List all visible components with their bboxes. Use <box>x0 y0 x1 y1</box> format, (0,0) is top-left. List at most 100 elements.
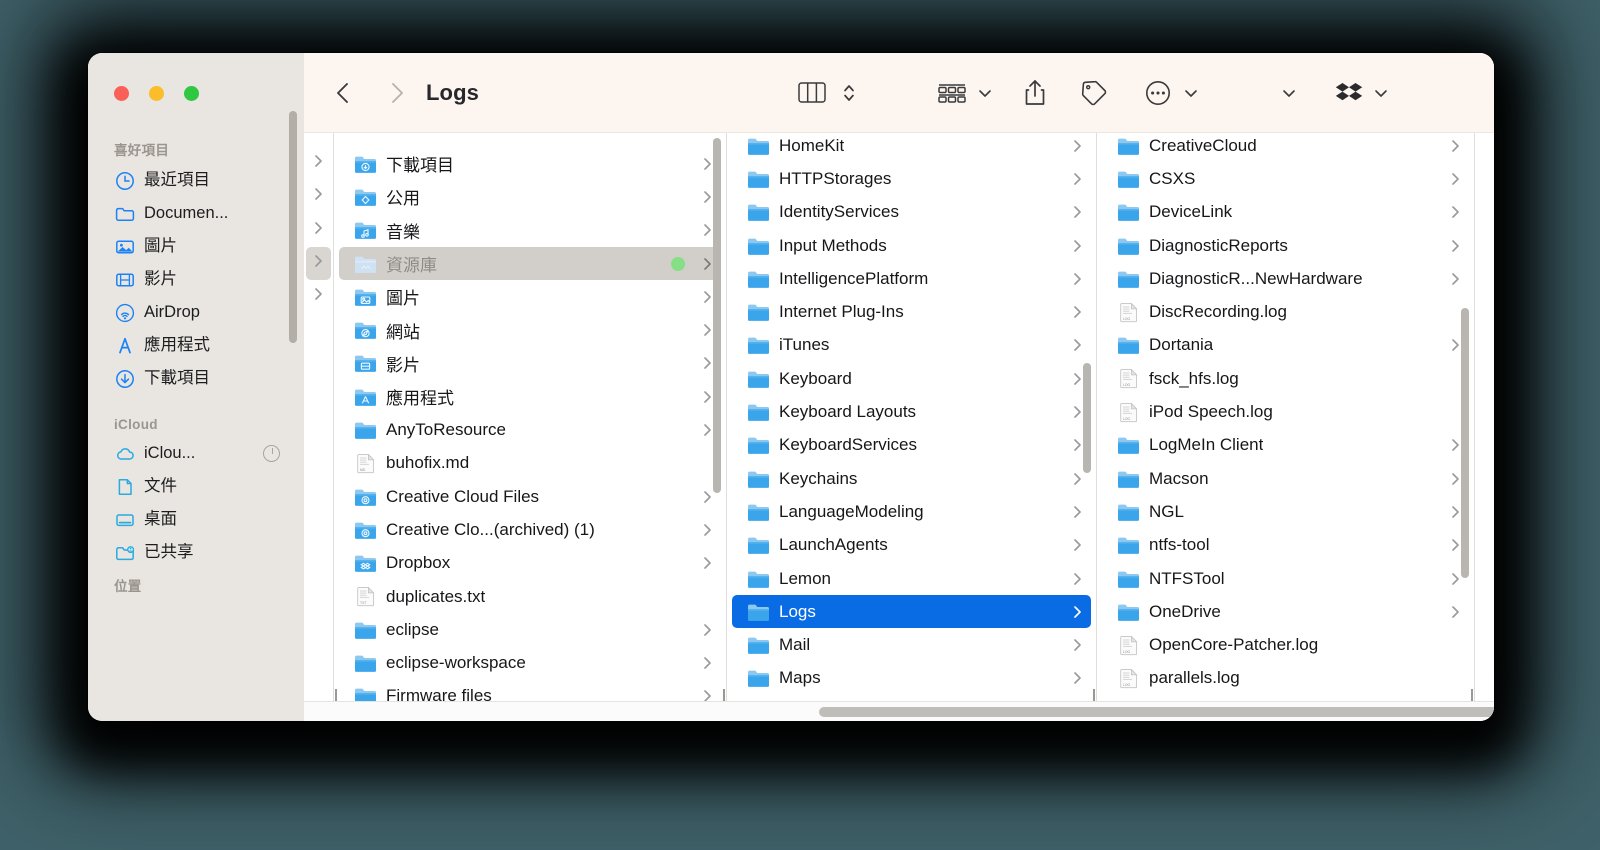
file-row[interactable]: Mail <box>732 628 1091 661</box>
column-view-icon[interactable] <box>796 78 828 108</box>
file-row[interactable]: eclipse <box>339 613 721 646</box>
file-row[interactable]: LOG DiscRecording.log <box>1102 295 1469 328</box>
column-0-row[interactable] <box>304 180 333 213</box>
file-row[interactable]: 網站 <box>339 313 721 346</box>
more-options-icon[interactable] <box>1142 78 1174 108</box>
file-row[interactable]: iTunes <box>732 329 1091 362</box>
sidebar-item-4[interactable]: 已共享 <box>88 536 304 569</box>
file-row[interactable]: Creative Cloud Files <box>339 480 721 513</box>
sidebar-item-6[interactable]: 應用程式 <box>88 329 304 362</box>
file-row[interactable]: Keychains <box>732 462 1091 495</box>
chevron-right-icon <box>1065 305 1082 319</box>
file-row[interactable]: ntfs-tool <box>1102 529 1469 562</box>
file-row[interactable]: HTTPStorages <box>732 162 1091 195</box>
sidebar-item-1[interactable]: iClou... <box>88 437 304 470</box>
forward-button[interactable] <box>382 78 412 108</box>
file-row[interactable]: 音樂 <box>339 214 721 247</box>
file-row[interactable]: KeyboardServices <box>732 429 1091 462</box>
column-3[interactable]: CreativeCloud CSXS DeviceLink Diagnostic… <box>1097 133 1475 721</box>
more-chevron-down-icon[interactable] <box>1182 78 1200 108</box>
sidebar-item-2[interactable]: 文件 <box>88 470 304 503</box>
file-row[interactable]: Internet Plug-Ins <box>732 295 1091 328</box>
folder-plain-icon <box>746 468 770 489</box>
column-0-row[interactable] <box>304 214 333 247</box>
dropbox-chevron-down-icon[interactable] <box>1372 78 1390 108</box>
file-row[interactable]: 資源庫 <box>339 246 721 281</box>
sidebar-item-1[interactable]: 最近項目 <box>88 164 304 197</box>
group-by-icon[interactable] <box>934 78 970 108</box>
sidebar-item-4[interactable]: 影片 <box>88 263 304 296</box>
file-row[interactable]: Maps <box>732 662 1091 695</box>
column-2-scrollbar[interactable] <box>1083 363 1091 473</box>
file-row[interactable]: LanguageModeling <box>732 495 1091 528</box>
file-row[interactable]: LOG fsck_hfs.log <box>1102 362 1469 395</box>
file-row[interactable]: eclipse-workspace <box>339 646 721 679</box>
file-row[interactable]: IntelligencePlatform <box>732 262 1091 295</box>
column-1[interactable]: 下載項目 公用 音樂 資源庫 圖片 網站 影片 應用程式 AnyToResour… <box>334 133 727 721</box>
sidebar-scrollbar[interactable] <box>289 111 297 343</box>
sidebar-item-3[interactable]: 桌面 <box>88 503 304 536</box>
sidebar-item-5[interactable]: AirDrop <box>88 296 304 329</box>
file-row[interactable]: DiagnosticReports <box>1102 229 1469 262</box>
file-row[interactable]: TXT duplicates.txt <box>339 580 721 613</box>
file-row[interactable]: IdentityServices <box>732 196 1091 229</box>
file-row[interactable]: HomeKit <box>732 133 1091 162</box>
view-stepper-icon[interactable] <box>839 78 859 108</box>
file-row[interactable]: 影片 <box>339 347 721 380</box>
file-row[interactable]: Logs <box>732 595 1091 629</box>
file-row[interactable]: 公用 <box>339 180 721 213</box>
column-1-scrollbar[interactable] <box>713 138 721 493</box>
file-row[interactable]: Lemon <box>732 562 1091 595</box>
column-3-scrollbar[interactable] <box>1461 308 1469 578</box>
file-row[interactable]: Dortania <box>1102 329 1469 362</box>
column-4-partial[interactable] <box>1475 133 1494 721</box>
file-row[interactable]: CreativeCloud <box>1102 133 1469 162</box>
file-row[interactable]: Input Methods <box>732 229 1091 262</box>
horizontal-scrollbar-thumb[interactable] <box>819 707 1494 717</box>
toolbar-overflow-chevron-down-icon[interactable] <box>1280 78 1298 108</box>
zoom-button[interactable] <box>184 86 199 101</box>
horizontal-scrollbar-track[interactable] <box>304 701 1494 721</box>
sidebar-item-2[interactable]: Documen... <box>88 197 304 230</box>
file-row[interactable]: AnyToResource <box>339 413 721 446</box>
file-row[interactable]: LOG parallels.log <box>1102 662 1469 695</box>
file-row[interactable]: DeviceLink <box>1102 196 1469 229</box>
share-icon[interactable] <box>1020 77 1050 109</box>
column-0-row[interactable] <box>304 280 333 313</box>
svg-text:LOG: LOG <box>1123 650 1131 654</box>
file-row[interactable]: 下載項目 <box>339 147 721 180</box>
sidebar-item-3[interactable]: 圖片 <box>88 230 304 263</box>
sidebar-item-7[interactable]: 下載項目 <box>88 362 304 395</box>
back-button[interactable] <box>328 78 358 108</box>
folder-plain-icon <box>746 635 770 656</box>
file-row[interactable]: LOG OpenCore-Patcher.log <box>1102 628 1469 661</box>
file-row[interactable]: OneDrive <box>1102 595 1469 628</box>
file-row[interactable]: LOG iPod Speech.log <box>1102 395 1469 428</box>
file-row[interactable]: DiagnosticR...NewHardware <box>1102 262 1469 295</box>
column-0-row[interactable] <box>304 147 333 180</box>
file-row[interactable]: LaunchAgents <box>732 529 1091 562</box>
tag-icon[interactable] <box>1078 77 1110 109</box>
file-row[interactable]: NTFSTool <box>1102 562 1469 595</box>
file-row[interactable]: LogMeIn Client <box>1102 429 1469 462</box>
file-row[interactable]: Dropbox <box>339 547 721 580</box>
file-row[interactable]: 圖片 <box>339 280 721 313</box>
group-chevron-down-icon[interactable] <box>976 78 994 108</box>
file-row[interactable]: Keyboard <box>732 362 1091 395</box>
file-name: Keyboard Layouts <box>779 402 917 422</box>
file-name: NGL <box>1149 501 1184 521</box>
file-row[interactable]: Creative Clo...(archived) (1) <box>339 513 721 546</box>
file-row[interactable]: 應用程式 <box>339 380 721 413</box>
column-0[interactable] <box>304 133 334 721</box>
file-row[interactable]: CSXS <box>1102 162 1469 195</box>
file-row[interactable]: MD buhofix.md <box>339 447 721 480</box>
minimize-button[interactable] <box>149 86 164 101</box>
column-2[interactable]: HomeKit HTTPStorages IdentityServices In… <box>727 133 1097 721</box>
file-row[interactable]: Macson <box>1102 462 1469 495</box>
column-0-row[interactable] <box>306 246 331 281</box>
dropbox-icon[interactable] <box>1333 79 1365 107</box>
close-button[interactable] <box>114 86 129 101</box>
file-name: Internet Plug-Ins <box>779 302 904 322</box>
file-row[interactable]: Keyboard Layouts <box>732 395 1091 428</box>
file-row[interactable]: NGL <box>1102 495 1469 528</box>
